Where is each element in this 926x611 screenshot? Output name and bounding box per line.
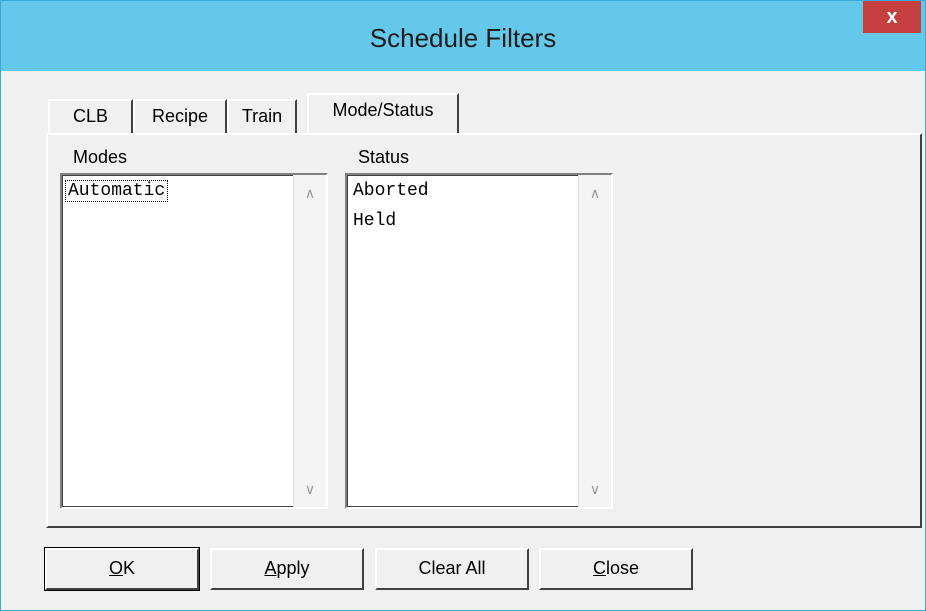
close-accel-key: C: [592, 558, 606, 578]
modes-item-automatic[interactable]: Automatic: [64, 180, 169, 202]
status-item-held[interactable]: Held: [351, 211, 398, 231]
tab-train[interactable]: Train: [227, 99, 297, 133]
close-window-button[interactable]: x: [863, 1, 921, 33]
tab-clb[interactable]: CLB: [48, 99, 133, 133]
scroll-down-arrow-icon[interactable]: ∨: [579, 477, 611, 501]
modes-scrollbar[interactable]: ∧ ∨: [293, 175, 326, 507]
close-button[interactable]: Close: [539, 548, 693, 590]
ok-button-label: K: [123, 558, 136, 578]
tab-recipe[interactable]: Recipe: [133, 99, 227, 133]
close-button-label: lose: [605, 558, 640, 578]
apply-button[interactable]: Apply: [210, 548, 364, 590]
mode-status-panel: Modes Automatic ∧ ∨ Status Aborted Held …: [46, 133, 922, 528]
modes-listbox-frame: [62, 175, 326, 507]
tab-mode-status[interactable]: Mode/Status: [307, 93, 459, 133]
title-bar[interactable]: Schedule Filters x: [1, 1, 925, 71]
status-scrollbar[interactable]: ∧ ∨: [578, 175, 611, 507]
status-item-aborted[interactable]: Aborted: [351, 181, 431, 201]
modes-label: Modes: [73, 147, 128, 167]
scroll-down-arrow-icon[interactable]: ∨: [294, 477, 326, 501]
schedule-filters-window: Schedule Filters x CLB Recipe Train Mode…: [0, 0, 926, 611]
scroll-up-arrow-icon[interactable]: ∧: [294, 181, 326, 205]
modes-listbox[interactable]: Automatic ∧ ∨: [60, 173, 328, 509]
apply-button-label: pply: [276, 558, 310, 578]
apply-accel-key: A: [264, 558, 277, 578]
ok-button[interactable]: OK: [44, 547, 200, 591]
clear-all-button[interactable]: Clear All: [375, 548, 529, 590]
ok-accel-key: O: [108, 558, 123, 578]
scroll-up-arrow-icon[interactable]: ∧: [579, 181, 611, 205]
status-label: Status: [358, 147, 410, 167]
status-listbox[interactable]: Aborted Held ∧ ∨: [345, 173, 613, 509]
window-title: Schedule Filters: [369, 23, 557, 53]
